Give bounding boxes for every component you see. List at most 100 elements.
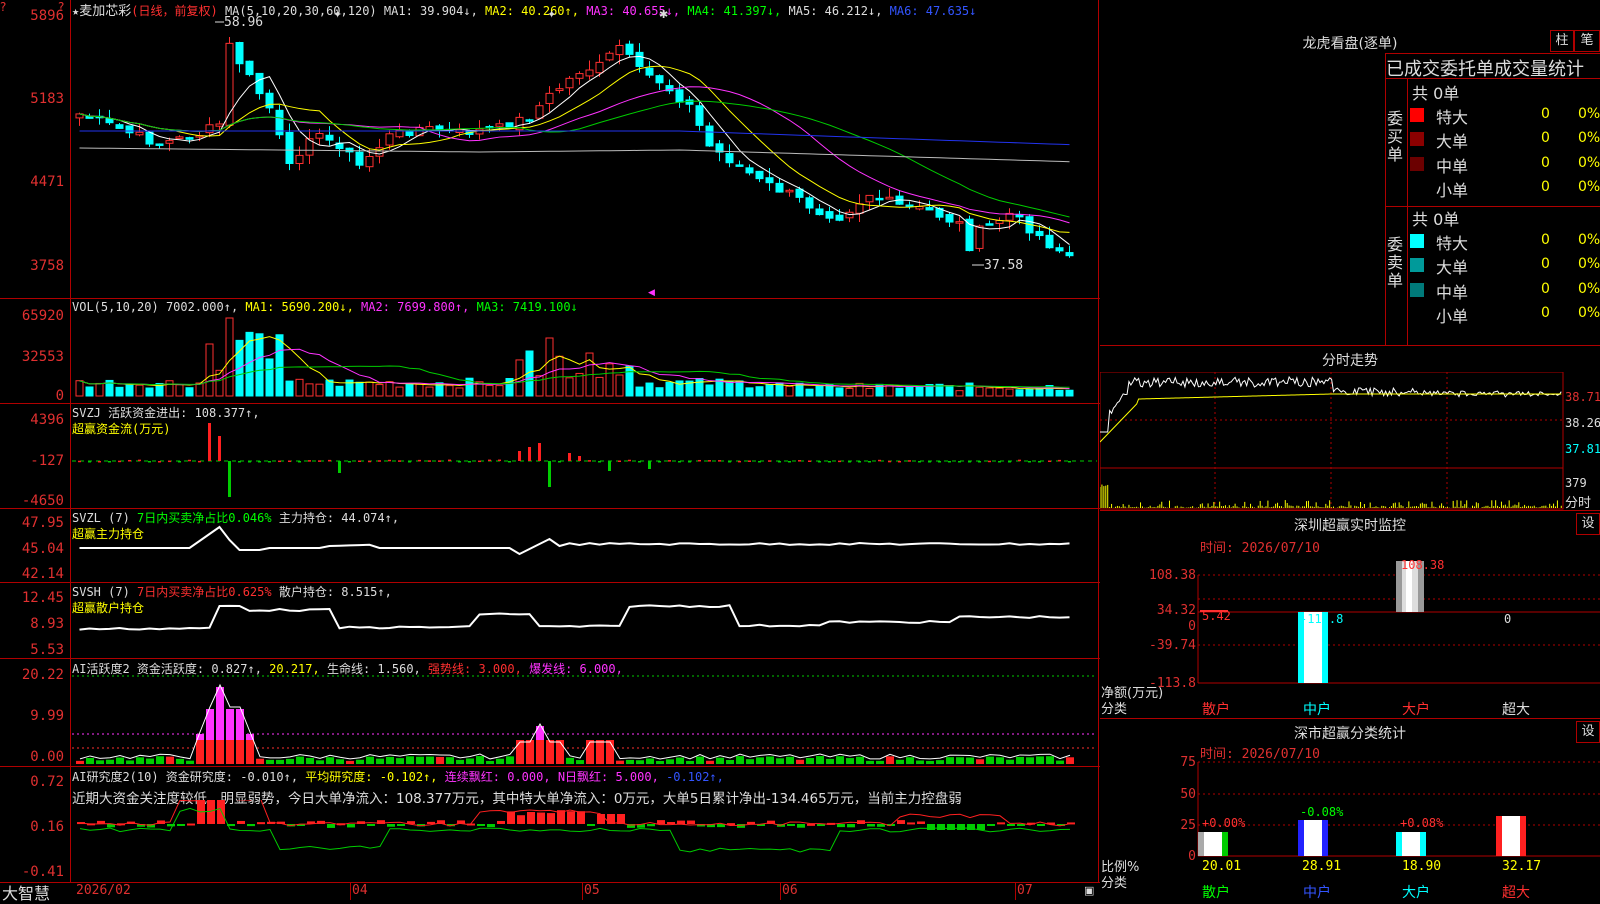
candle <box>365 156 374 168</box>
fund-flow-bar <box>558 461 561 463</box>
volume-bar <box>225 317 234 397</box>
size-color-swatch <box>1410 157 1424 171</box>
fund-flow-bar <box>198 460 201 463</box>
activity-bar <box>526 740 534 764</box>
event-marker-icon[interactable]: ✦ <box>333 8 342 21</box>
monitor-category-label: 分类 <box>1101 702 1128 717</box>
event-marker-icon[interactable]: ✦ <box>547 8 556 21</box>
research-bar <box>387 824 395 827</box>
activity-bar <box>856 756 864 764</box>
activity-bar <box>646 758 654 764</box>
fund-flow-bar <box>948 461 951 463</box>
fund-flow-chart[interactable] <box>72 405 1097 507</box>
volume-bar <box>135 384 144 397</box>
monitor-y-tick: 108.38 <box>1149 568 1196 583</box>
activity-bar <box>426 756 434 764</box>
main-position-chart[interactable] <box>72 510 1097 582</box>
fund-flow-bar <box>178 461 181 463</box>
activity-bar <box>166 756 174 764</box>
activity-bar <box>806 758 814 764</box>
activity-bar <box>926 760 934 764</box>
event-marker-icon[interactable]: ✱ <box>659 8 668 21</box>
fund-flow-bar <box>338 461 341 473</box>
lock-icon[interactable]: ▣ <box>1084 884 1094 897</box>
size-color-swatch <box>1410 283 1424 297</box>
fund-flow-bar <box>578 456 581 461</box>
volume-bar <box>835 387 844 397</box>
activity-bar <box>236 740 244 764</box>
pct-value: 0% <box>1578 130 1600 146</box>
candle <box>635 51 644 67</box>
candle <box>975 225 984 249</box>
volume-bar <box>485 385 494 397</box>
fund-flow-bar <box>1028 461 1031 463</box>
volume-bar <box>665 381 674 397</box>
activity-bar <box>786 756 794 764</box>
ai-research-chart[interactable] <box>72 800 1097 882</box>
separator <box>0 658 1100 659</box>
fund-flow-bar <box>188 459 191 462</box>
fund-flow-bar <box>658 461 661 463</box>
research-bar <box>877 824 885 827</box>
date-label: 05 <box>584 883 600 898</box>
volume-bar <box>455 387 464 397</box>
volume-chart[interactable] <box>72 310 1097 398</box>
sell-side-label: 委卖单 <box>1387 235 1404 290</box>
separator <box>1385 53 1386 345</box>
retail-position-chart[interactable] <box>72 584 1097 658</box>
tick-mode-button[interactable]: 笔 <box>1574 30 1600 52</box>
volume-bar <box>735 380 744 397</box>
activity-bar <box>136 757 144 764</box>
ai2-y-tick: 0.16 <box>30 819 64 835</box>
svsh-y-tick: 5.53 <box>30 642 64 658</box>
class-category: 中户 <box>1303 885 1331 901</box>
activity-bar <box>406 756 414 764</box>
activity-bar <box>96 760 104 764</box>
pct-value: 0% <box>1578 256 1600 272</box>
research-bar <box>607 814 615 824</box>
volume-bar <box>115 386 124 397</box>
volume-bar <box>1065 389 1074 397</box>
separator <box>1100 510 1600 511</box>
activity-bar <box>936 760 944 764</box>
fund-flow-bar <box>228 461 231 497</box>
research-bar <box>507 811 515 824</box>
fund-flow-bar <box>828 461 831 463</box>
research-bar <box>657 820 665 824</box>
activity-bar <box>536 740 544 764</box>
date-tick <box>780 882 781 900</box>
research-bar <box>217 800 225 824</box>
activity-bar <box>1016 756 1024 764</box>
activity-bar <box>826 758 834 764</box>
minute-price-tick: 38.26 <box>1565 416 1600 430</box>
fund-flow-bar <box>138 459 141 462</box>
fund-flow-bar <box>168 460 171 463</box>
ai-activity-chart[interactable] <box>72 660 1097 766</box>
volume-bar <box>915 386 924 397</box>
main-y-tick: 4471 <box>30 174 64 190</box>
candle <box>295 154 304 164</box>
svzj-y-tick: 4396 <box>30 412 64 428</box>
volume-bar <box>975 386 984 397</box>
fund-flow-bar <box>818 461 821 463</box>
volume-bar <box>335 385 344 397</box>
bar-mode-button[interactable]: 柱 <box>1550 30 1574 52</box>
candle <box>405 130 414 137</box>
volume-bar <box>595 376 604 397</box>
activity-bar <box>656 760 664 764</box>
cursor-marker-icon: ◀ <box>648 288 655 298</box>
fund-flow-bar <box>878 459 881 462</box>
class-settings-button[interactable]: 设 <box>1576 721 1600 743</box>
activity-bar <box>846 758 854 764</box>
candle <box>595 61 604 74</box>
volume-bar <box>755 386 764 397</box>
activity-bar <box>686 760 694 764</box>
fund-flow-bar <box>108 461 111 463</box>
svzj-y-tick: -4650 <box>21 493 64 509</box>
candlestick-chart[interactable]: 58.96 37.58 ◀ <box>72 16 1097 298</box>
minute-trend-chart[interactable] <box>1100 372 1600 510</box>
monitor-settings-button[interactable]: 设 <box>1576 513 1600 535</box>
volume-bar <box>905 386 914 397</box>
count-value: 0 <box>1541 130 1550 146</box>
research-bar <box>937 824 945 830</box>
